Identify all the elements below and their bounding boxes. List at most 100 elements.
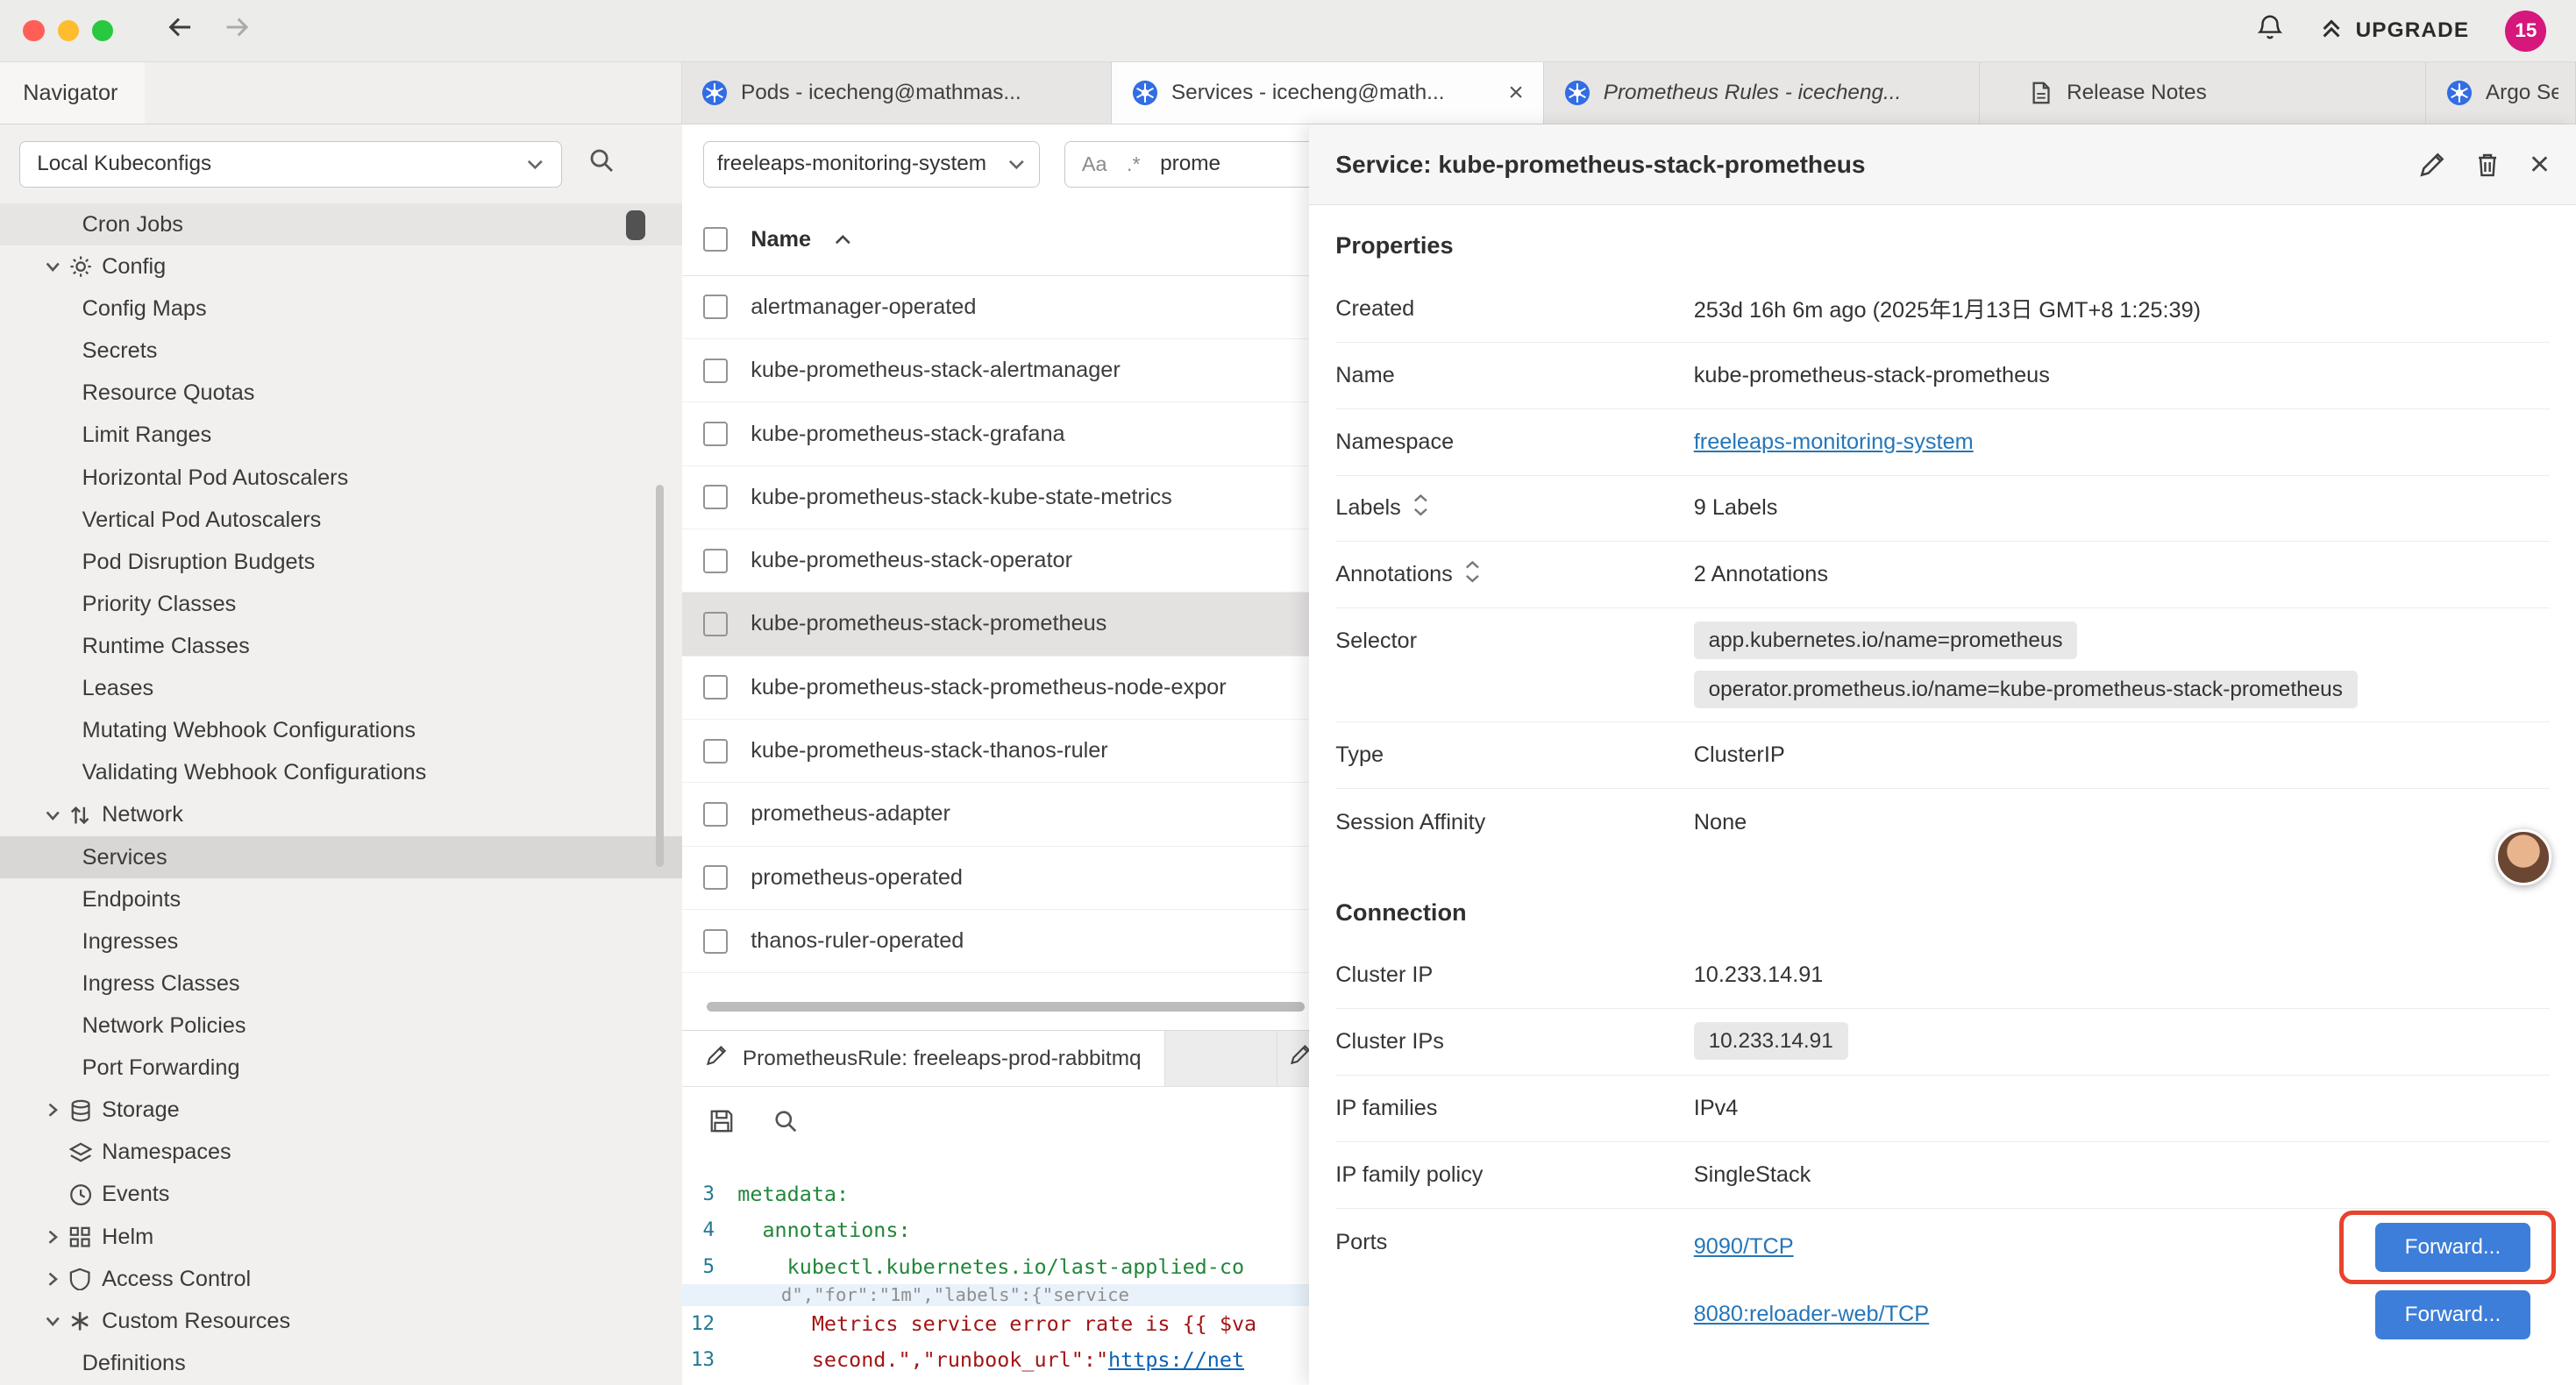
row-checkbox[interactable]: [703, 485, 728, 509]
row-checkbox[interactable]: [703, 929, 728, 954]
sidebar-item-helm[interactable]: Helm: [0, 1216, 682, 1258]
tab-release-notes[interactable]: Release Notes: [1980, 62, 2427, 124]
tab-argo-se[interactable]: Argo Se: [2426, 62, 2576, 124]
row-checkbox[interactable]: [703, 865, 728, 890]
sidebar-item-vertical-pod-autoscalers[interactable]: Vertical Pod Autoscalers: [0, 499, 682, 541]
sidebar-item-definitions[interactable]: Definitions: [0, 1342, 682, 1384]
row-checkbox[interactable]: [703, 802, 728, 827]
table-row[interactable]: kube-prometheus-stack-kube-state-metrics: [682, 466, 1310, 529]
row-checkbox[interactable]: [703, 612, 728, 636]
sidebar-item-validating-webhook-configurations[interactable]: Validating Webhook Configurations: [0, 752, 682, 794]
save-icon[interactable]: [708, 1108, 735, 1141]
user-avatar[interactable]: [2495, 829, 2551, 885]
tab-services-icecheng-math[interactable]: Services - icecheng@math...×: [1112, 62, 1544, 124]
sidebar-item-network-policies[interactable]: Network Policies: [0, 1005, 682, 1047]
kubeconfig-select[interactable]: Local Kubeconfigs: [19, 141, 561, 187]
sidebar-item-namespaces[interactable]: Namespaces: [0, 1132, 682, 1174]
sidebar-search-icon[interactable]: [588, 147, 615, 181]
table-row[interactable]: kube-prometheus-stack-prometheus: [682, 593, 1310, 656]
sidebar-item-events[interactable]: Events: [0, 1174, 682, 1216]
tab-label: Release Notes: [2067, 81, 2409, 105]
sidebar-scrollbar-thumb-dark[interactable]: [626, 210, 645, 240]
trash-icon[interactable]: [2475, 152, 2500, 178]
sort-ascending-icon[interactable]: [834, 227, 852, 252]
table-row[interactable]: kube-prometheus-stack-alertmanager: [682, 339, 1310, 402]
maximize-window-button[interactable]: [92, 20, 113, 41]
table-row[interactable]: kube-prometheus-stack-thanos-ruler: [682, 720, 1310, 783]
sidebar-item-services[interactable]: Services: [0, 836, 682, 878]
sort-toggle-icon[interactable]: [1464, 561, 1481, 588]
yaml-editor[interactable]: 3metadata:4 annotations:5 kubectl.kubern…: [682, 1163, 1310, 1385]
sidebar-item-access-control[interactable]: Access Control: [0, 1258, 682, 1300]
upgrade-button[interactable]: UPGRADE: [2319, 16, 2469, 46]
code-text: second.","runbook_url":"https://net: [737, 1347, 1244, 1372]
select-all-checkbox[interactable]: [703, 227, 728, 252]
regex-toggle[interactable]: .*: [1127, 153, 1141, 176]
back-button[interactable]: [166, 14, 196, 47]
sidebar-item-endpoints[interactable]: Endpoints: [0, 878, 682, 920]
row-checkbox[interactable]: [703, 739, 728, 764]
notifications-bell-icon[interactable]: [2257, 13, 2283, 48]
sidebar-item-limit-ranges[interactable]: Limit Ranges: [0, 415, 682, 457]
editor-search-icon[interactable]: [773, 1109, 798, 1140]
table-row[interactable]: kube-prometheus-stack-operator: [682, 529, 1310, 593]
sidebar-item-horizontal-pod-autoscalers[interactable]: Horizontal Pod Autoscalers: [0, 457, 682, 499]
sidebar-item-cron-jobs[interactable]: Cron Jobs: [0, 203, 682, 245]
close-window-button[interactable]: [23, 20, 44, 41]
table-row[interactable]: prometheus-operated: [682, 847, 1310, 910]
table-row[interactable]: thanos-ruler-operated: [682, 910, 1310, 973]
row-checkbox[interactable]: [703, 295, 728, 319]
name-column-header[interactable]: Name: [751, 227, 811, 252]
sidebar-item-leases[interactable]: Leases: [0, 668, 682, 710]
sort-toggle-icon[interactable]: [1413, 494, 1429, 522]
forward-button[interactable]: [222, 14, 252, 47]
sidebar-item-storage[interactable]: Storage: [0, 1090, 682, 1132]
table-row[interactable]: alertmanager-operated: [682, 276, 1310, 339]
edit-pencil-icon[interactable]: [2418, 151, 2446, 179]
forward-button[interactable]: Forward...: [2375, 1290, 2530, 1339]
row-checkbox[interactable]: [703, 359, 728, 383]
forward-button[interactable]: Forward...: [2375, 1223, 2530, 1272]
sidebar-item-network[interactable]: Network: [0, 794, 682, 836]
table-search-box[interactable]: Aa .* prome: [1064, 141, 1309, 187]
namespace-select[interactable]: freeleaps-monitoring-system: [703, 141, 1040, 187]
notification-count-badge[interactable]: 15: [2505, 11, 2546, 52]
close-tab-icon[interactable]: ×: [1505, 80, 1527, 106]
sidebar-item-mutating-webhook-configurations[interactable]: Mutating Webhook Configurations: [0, 710, 682, 752]
tab-pods-icecheng-mathmas[interactable]: Pods - icecheng@mathmas...: [682, 62, 1113, 124]
row-checkbox[interactable]: [703, 549, 728, 573]
sidebar-item-ingresses[interactable]: Ingresses: [0, 920, 682, 962]
table-row[interactable]: kube-prometheus-stack-grafana: [682, 402, 1310, 465]
sidebar-item-ingress-classes[interactable]: Ingress Classes: [0, 962, 682, 1005]
row-checkbox[interactable]: [703, 422, 728, 446]
sidebar-item-port-forwarding[interactable]: Port Forwarding: [0, 1048, 682, 1090]
code-text: Metrics service error rate is {{ $va: [737, 1311, 1256, 1336]
tab-prometheus-rules-icecheng[interactable]: Prometheus Rules - icecheng...: [1544, 62, 1980, 124]
sidebar-item-config[interactable]: Config: [0, 245, 682, 288]
port-link[interactable]: 9090/TCP: [1694, 1234, 1794, 1260]
dock-tab-partial[interactable]: [1277, 1031, 1309, 1087]
sidebar-item-config-maps[interactable]: Config Maps: [0, 288, 682, 330]
match-case-toggle[interactable]: Aa: [1082, 153, 1107, 176]
minimize-window-button[interactable]: [58, 20, 79, 41]
table-row[interactable]: kube-prometheus-stack-prometheus-node-ex…: [682, 657, 1310, 720]
row-value-text: None: [1694, 810, 1747, 835]
sidebar-item-pod-disruption-budgets[interactable]: Pod Disruption Budgets: [0, 541, 682, 583]
dock-tab-prometheusrule[interactable]: PrometheusRule: freeleaps-prod-rabbitmq: [682, 1031, 1165, 1087]
row-value-text: kube-prometheus-stack-prometheus: [1694, 363, 2050, 388]
row-value: 2 Annotations: [1694, 562, 2550, 587]
namespace-link[interactable]: freeleaps-monitoring-system: [1694, 430, 1974, 455]
horizontal-scrollbar-thumb[interactable]: [707, 1002, 1305, 1012]
search-input[interactable]: prome: [1160, 152, 1220, 176]
code-segment: d","for":"1m","labels":{"service: [737, 1284, 1129, 1305]
table-row[interactable]: prometheus-adapter: [682, 783, 1310, 846]
row-checkbox[interactable]: [703, 675, 728, 700]
sidebar-item-runtime-classes[interactable]: Runtime Classes: [0, 625, 682, 667]
sidebar-item-secrets[interactable]: Secrets: [0, 330, 682, 373]
sidebar-item-custom-resources[interactable]: Custom Resources: [0, 1300, 682, 1342]
sidebar-item-resource-quotas[interactable]: Resource Quotas: [0, 373, 682, 415]
sidebar-scrollbar-thumb[interactable]: [656, 485, 664, 868]
close-icon[interactable]: ×: [2530, 147, 2550, 181]
sidebar-item-priority-classes[interactable]: Priority Classes: [0, 583, 682, 625]
port-link[interactable]: 8080:reloader-web/TCP: [1694, 1302, 1929, 1327]
